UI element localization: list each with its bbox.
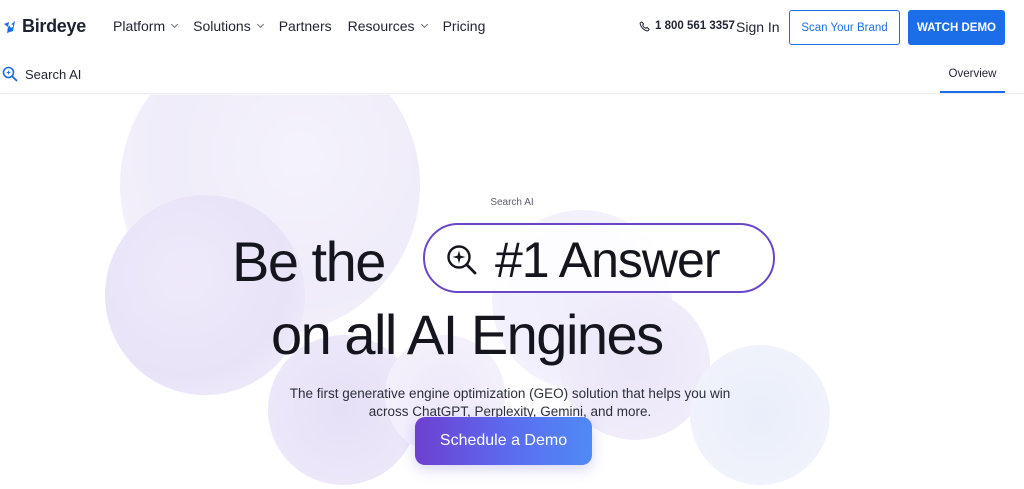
brand-logo[interactable]: Birdeye [2, 16, 86, 37]
subnav-product[interactable]: Search AI [2, 66, 81, 82]
brand-name: Birdeye [22, 16, 86, 36]
chevron-down-icon [420, 20, 428, 29]
menu-item-label: Pricing [442, 18, 486, 34]
menu-item-label: Platform [113, 18, 166, 34]
top-navigation: Birdeye Platform Solutions Partners Reso… [0, 0, 1024, 56]
phone-icon [639, 20, 650, 31]
headline-end: on all AI Engines [271, 303, 664, 366]
sub-navigation: Search AI Overview [0, 56, 1024, 94]
menu-item-pricing[interactable]: Pricing [443, 18, 486, 34]
headline-start: Be the [232, 230, 386, 293]
chevron-down-icon [256, 20, 264, 29]
sparkle-search-icon [447, 245, 477, 275]
menu-item-platform[interactable]: Platform [113, 18, 179, 34]
headline-highlight: #1 Answer [495, 232, 720, 288]
scan-brand-button[interactable]: Scan Your Brand [789, 10, 900, 45]
schedule-demo-button[interactable]: Schedule a Demo [415, 417, 592, 465]
menu-item-label: Partners [278, 18, 332, 34]
search-icon [2, 66, 18, 82]
signin-link[interactable]: Sign In [736, 19, 780, 35]
chevron-down-icon [171, 20, 179, 29]
watch-demo-button[interactable]: WATCH DEMO [908, 10, 1005, 45]
menu-item-solutions[interactable]: Solutions [193, 18, 264, 34]
menu-item-resources[interactable]: Resources [347, 18, 428, 34]
tab-overview[interactable]: Overview [940, 56, 1005, 93]
main-menu: Platform Solutions Partners Resources Pr… [113, 18, 485, 34]
hero-description: The first generative engine optimization… [289, 386, 731, 419]
subnav-title: Search AI [25, 66, 82, 82]
hero-eyebrow: Search AI [490, 197, 534, 208]
menu-item-label: Resources [347, 18, 415, 34]
phone-number: 1 800 561 3357 [655, 20, 735, 32]
menu-item-label: Solutions [193, 18, 251, 34]
menu-item-partners[interactable]: Partners [279, 18, 332, 34]
headline-highlight-pill: #1 Answer [423, 223, 775, 293]
hero-section: Search AI Be the #1 Answer on all AI Eng… [0, 95, 1024, 489]
birdeye-logo-icon [4, 20, 15, 33]
phone-link[interactable]: 1 800 561 3357 [639, 20, 735, 32]
